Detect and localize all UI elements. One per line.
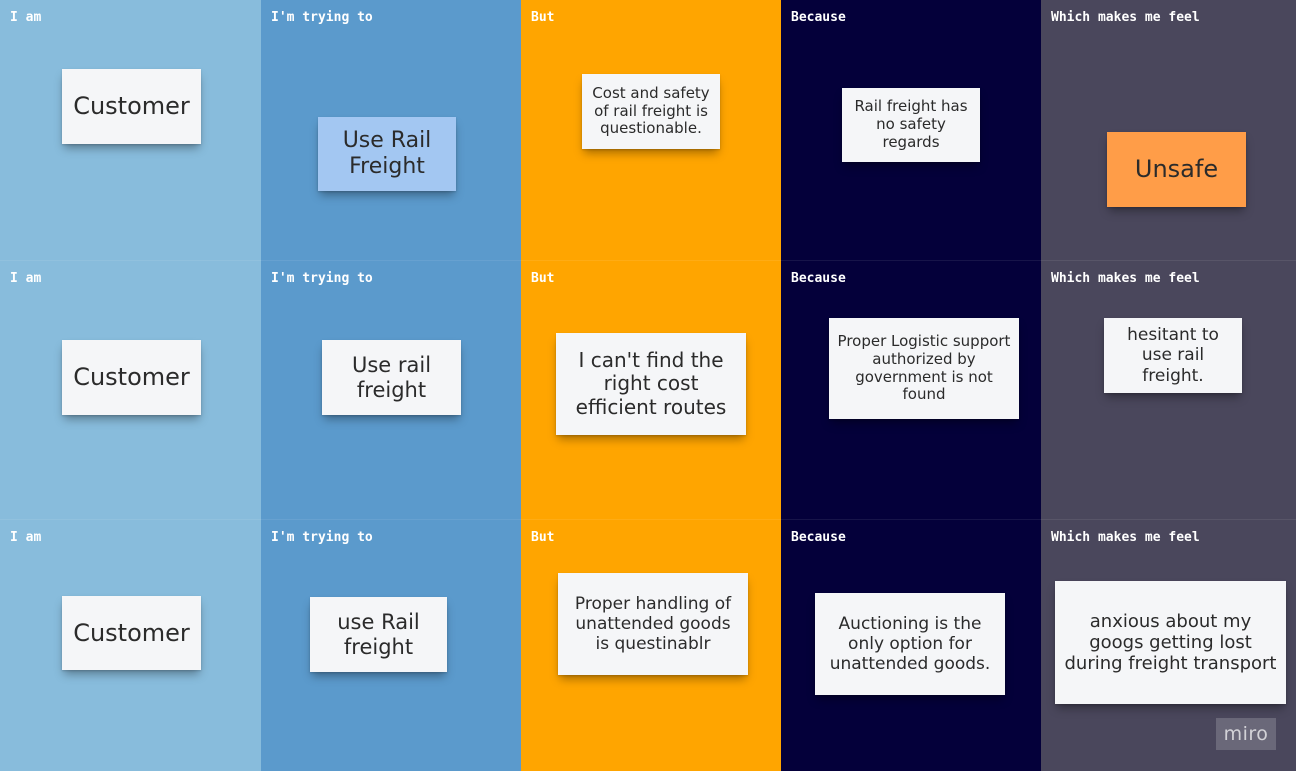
column-header: I'm trying to (271, 10, 373, 25)
sticky-note-text: Customer (73, 92, 190, 121)
column-header: Because (791, 10, 846, 25)
column-header: I'm trying to (271, 530, 373, 545)
sticky-note[interactable]: Unsafe (1107, 132, 1246, 207)
column-header: But (531, 530, 555, 545)
sticky-note[interactable]: Customer (62, 69, 201, 144)
sticky-note[interactable]: Customer (62, 596, 201, 670)
sticky-note[interactable]: hesitant to use rail freight. (1104, 318, 1242, 393)
sticky-note-text: Use rail freight (351, 352, 432, 402)
sticky-note-text: Customer (73, 363, 190, 392)
column-header: I am (10, 271, 42, 286)
column-header: I am (10, 10, 42, 25)
cell-row1-feel: Which makes me feel (1041, 0, 1296, 260)
sticky-note-text: Customer (73, 618, 190, 647)
sticky-note-text: Rail freight has no safety regards (854, 97, 968, 151)
column-header: Because (791, 271, 846, 286)
miro-logo-badge[interactable]: miro (1216, 718, 1276, 750)
sticky-note[interactable]: Cost and safety of rail freight is quest… (582, 74, 720, 149)
sticky-note[interactable]: Rail freight has no safety regards (842, 88, 980, 162)
column-header: Which makes me feel (1051, 10, 1200, 25)
column-header: But (531, 10, 555, 25)
sticky-note[interactable]: Customer (62, 340, 201, 415)
sticky-note-text: use Rail freight (337, 609, 420, 659)
sticky-note-text: Cost and safety of rail freight is quest… (592, 83, 710, 138)
sticky-note-text: Proper handling of unattended goods is q… (574, 593, 732, 655)
column-header: Which makes me feel (1051, 271, 1200, 286)
sticky-note-text: hesitant to use rail freight. (1127, 325, 1219, 386)
column-header: I am (10, 530, 42, 545)
sticky-note[interactable]: Use rail freight (322, 340, 461, 415)
sticky-note[interactable]: Proper Logistic support authorized by go… (829, 318, 1019, 419)
column-header: But (531, 271, 555, 286)
sticky-note-text: Unsafe (1134, 155, 1219, 184)
sticky-note-text: Proper Logistic support authorized by go… (837, 332, 1011, 404)
sticky-note-text: Use Rail Freight (342, 128, 432, 179)
sticky-note[interactable]: anxious about my googs getting lost duri… (1055, 581, 1286, 704)
sticky-note[interactable]: Use Rail Freight (318, 117, 456, 191)
sticky-note[interactable]: Auctioning is the only option for unatte… (815, 593, 1005, 695)
sticky-note[interactable]: use Rail freight (310, 597, 447, 672)
sticky-note-text: anxious about my googs getting lost duri… (1064, 610, 1277, 675)
board-canvas[interactable]: I am I'm trying to But Because Which mak… (0, 0, 1296, 771)
column-header: Because (791, 530, 846, 545)
column-header: I'm trying to (271, 271, 373, 286)
column-header: Which makes me feel (1051, 530, 1200, 545)
sticky-note[interactable]: Proper handling of unattended goods is q… (558, 573, 748, 675)
sticky-note[interactable]: I can't find the right cost efficient ro… (556, 333, 746, 435)
sticky-note-text: Auctioning is the only option for unatte… (829, 613, 991, 675)
sticky-note-text: I can't find the right cost efficient ro… (575, 347, 727, 419)
